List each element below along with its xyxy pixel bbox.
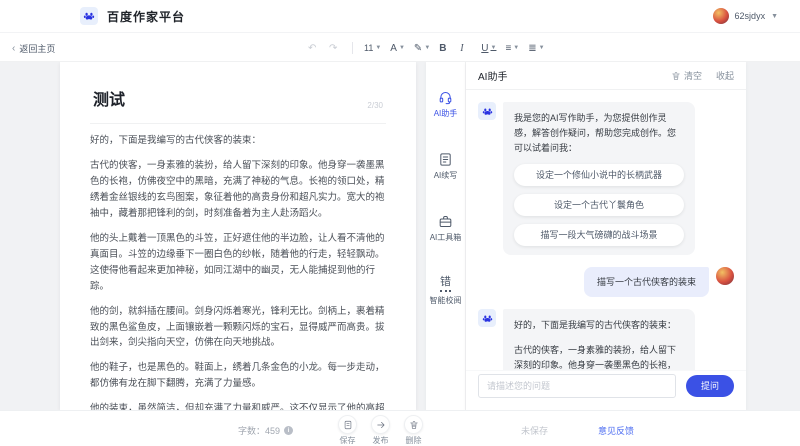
undo-icon[interactable]: ↶ (308, 43, 320, 54)
user-menu[interactable]: 62sjdyx ▼ (713, 8, 778, 24)
publish-icon (376, 420, 386, 430)
font-color-button[interactable]: A▼ (390, 43, 405, 54)
clear-chat-label: 清空 (684, 69, 702, 82)
chevron-down-icon: ▼ (771, 13, 778, 20)
doc-paragraph: 他的剑，就斜插在腰间。剑身闪烁着寒光，锋利无比。剑柄上，裹着精致的黑色鲨鱼皮，上… (90, 304, 386, 352)
doc-paragraph: 他的头上戴着一顶黑色的斗笠，正好遮住他的半边脸，让人看不清他的真面目。斗笠的边缘… (90, 231, 386, 295)
delete-icon (409, 420, 419, 430)
save-button[interactable]: 保存 (338, 415, 357, 446)
publish-label: 发布 (373, 435, 389, 446)
chat-input-row: 提问 (466, 370, 746, 410)
rail-label: 智能校阅 (430, 295, 462, 306)
delete-label: 删除 (406, 435, 422, 446)
rail-label: AI助手 (434, 108, 458, 119)
doc-paragraph: 古代的侠客，一身素雅的装扮，给人留下深刻的印象。他身穿一袭墨黑色的长袍，仿佛夜空… (90, 158, 386, 222)
user-message-bubble: 描写一个古代侠客的装束 (584, 267, 709, 298)
ask-button[interactable]: 提问 (686, 375, 734, 397)
delete-button[interactable]: 删除 (404, 415, 423, 446)
bot-reply-intro: 好的，下面是我编写的古代侠客的装束： (514, 318, 684, 333)
rail-item-ai-toolbox[interactable]: AI工具箱 (430, 214, 462, 243)
chevron-left-icon: ‹ (12, 43, 15, 54)
baidu-paw-icon (80, 7, 98, 25)
headset-icon (438, 90, 453, 105)
underline-button[interactable]: U▼ (481, 43, 496, 54)
rail-item-ai-continue[interactable]: AI续写 (434, 152, 458, 181)
app-title: 百度作家平台 (107, 8, 185, 25)
editor-body[interactable]: 好的，下面是我编写的古代侠客的装束： 古代的侠客，一身素雅的装扮，给人留下深刻的… (90, 133, 386, 410)
rail-label: AI续写 (434, 170, 458, 181)
word-count: 字数：459 i (238, 424, 293, 437)
toolbox-icon (438, 214, 453, 229)
publish-button[interactable]: 发布 (371, 415, 390, 446)
save-label: 保存 (340, 435, 356, 446)
editor-toolbar: ‹ 返回主页 ↶ ↷ 11▼ A▼ ✎▼ B I U▼ ≡▼ ≣▼ (0, 32, 800, 62)
user-avatar[interactable] (713, 8, 729, 24)
bot-avatar-paw-icon (478, 309, 496, 327)
document-card: 测试 2/30 好的，下面是我编写的古代侠客的装束： 古代的侠客，一身素雅的装扮… (60, 62, 416, 410)
main-area: 测试 2/30 好的，下面是我编写的古代侠客的装束： 古代的侠客，一身素雅的装扮… (0, 62, 800, 410)
bot-avatar-paw-icon (478, 102, 496, 120)
doc-paragraph: 好的，下面是我编写的古代侠客的装束： (90, 133, 386, 149)
bot-reply-body: 古代的侠客，一身素雅的装扮，给人留下深刻的印象。他身穿一袭墨黑色的长袍，仿佛夜空… (514, 343, 684, 370)
bot-intro-bubble: 我是您的AI写作助手，为您提供创作灵感，解答创作疑问，帮助您完成创作。您可以试着… (503, 102, 695, 255)
suggestion-pill[interactable]: 设定一个古代丫鬟角色 (514, 194, 684, 216)
clear-chat-button[interactable]: 清空 (671, 69, 702, 82)
ai-panel-header: AI助手 清空 收起 (466, 62, 746, 90)
footer-bar: 字数：459 i 保存 发布 删除 未保存 意见反馈 (0, 410, 800, 446)
rail-item-smart-proofread[interactable]: 错 智能校阅 (430, 276, 462, 306)
chat-area: 我是您的AI写作助手，为您提供创作灵感，解答创作疑问，帮助您完成创作。您可以试着… (466, 90, 746, 370)
proofread-icon: 错 (440, 276, 451, 292)
italic-button[interactable]: I (460, 43, 472, 54)
suggestion-pill[interactable]: 描写一段大气磅礴的战斗场景 (514, 224, 684, 246)
bot-reply-bubble: 好的，下面是我编写的古代侠客的装束： 古代的侠客，一身素雅的装扮，给人留下深刻的… (503, 309, 695, 370)
bold-button[interactable]: B (439, 43, 451, 54)
save-status: 未保存 (521, 424, 548, 437)
redo-icon[interactable]: ↷ (329, 43, 341, 54)
save-icon (343, 420, 353, 430)
back-home-button[interactable]: ‹ 返回主页 (12, 33, 55, 63)
user-message-row: 描写一个古代侠客的装束 (478, 267, 734, 298)
doc-paragraph: 他的鞋子，也是黑色的。鞋面上，绣着几条金色的小龙。每一步走动，都仿佛有龙在脚下翻… (90, 360, 386, 392)
document-icon (438, 152, 453, 167)
title-char-counter: 2/30 (367, 101, 383, 110)
toolbar-divider (352, 42, 353, 54)
info-icon[interactable]: i (284, 426, 293, 435)
suggestion-pill[interactable]: 设定一个修仙小说中的长柄武器 (514, 164, 684, 186)
align-button[interactable]: ≡▼ (505, 43, 519, 54)
back-home-label: 返回主页 (19, 42, 55, 55)
top-header: 百度作家平台 62sjdyx ▼ (0, 0, 800, 32)
title-divider (90, 123, 386, 124)
question-input[interactable] (478, 374, 676, 398)
ai-tool-rail: AI助手 AI续写 AI工具箱 错 智能校阅 (426, 62, 466, 410)
formatting-tools: ↶ ↷ 11▼ A▼ ✎▼ B I U▼ ≡▼ ≣▼ (308, 33, 545, 63)
list-button[interactable]: ≣▼ (528, 43, 544, 54)
trash-icon (671, 71, 681, 81)
rail-item-ai-assistant[interactable]: AI助手 (434, 90, 458, 119)
highlight-color-button[interactable]: ✎▼ (414, 43, 430, 54)
ai-assistant-panel: AI助手 清空 收起 我是您的AI写作助手，为您提供创作灵感，解答创作疑问，帮助… (466, 62, 746, 410)
rail-label: AI工具箱 (430, 232, 462, 243)
bot-intro-text: 我是您的AI写作助手，为您提供创作灵感，解答创作疑问，帮助您完成创作。您可以试着… (514, 111, 684, 156)
word-count-label: 字数：459 (238, 424, 280, 437)
document-actions: 保存 发布 删除 (338, 415, 423, 446)
collapse-label: 收起 (716, 69, 734, 82)
bot-message-row: 我是您的AI写作助手，为您提供创作灵感，解答创作疑问，帮助您完成创作。您可以试着… (478, 102, 734, 255)
feedback-link[interactable]: 意见反馈 (598, 424, 634, 437)
font-size-select[interactable]: 11▼ (364, 43, 381, 53)
bot-message-row: 好的，下面是我编写的古代侠客的装束： 古代的侠客，一身素雅的装扮，给人留下深刻的… (478, 309, 734, 370)
username: 62sjdyx (735, 11, 766, 21)
user-chat-avatar (716, 267, 734, 285)
doc-paragraph: 他的装束，虽然简洁，但却充满了力量和威严。这不仅显示了他的高超武艺和坚韧性格，也… (90, 401, 386, 410)
collapse-panel-button[interactable]: 收起 (716, 69, 734, 82)
document-title-input[interactable]: 测试 (93, 86, 125, 110)
ai-panel-title: AI助手 (478, 68, 507, 83)
